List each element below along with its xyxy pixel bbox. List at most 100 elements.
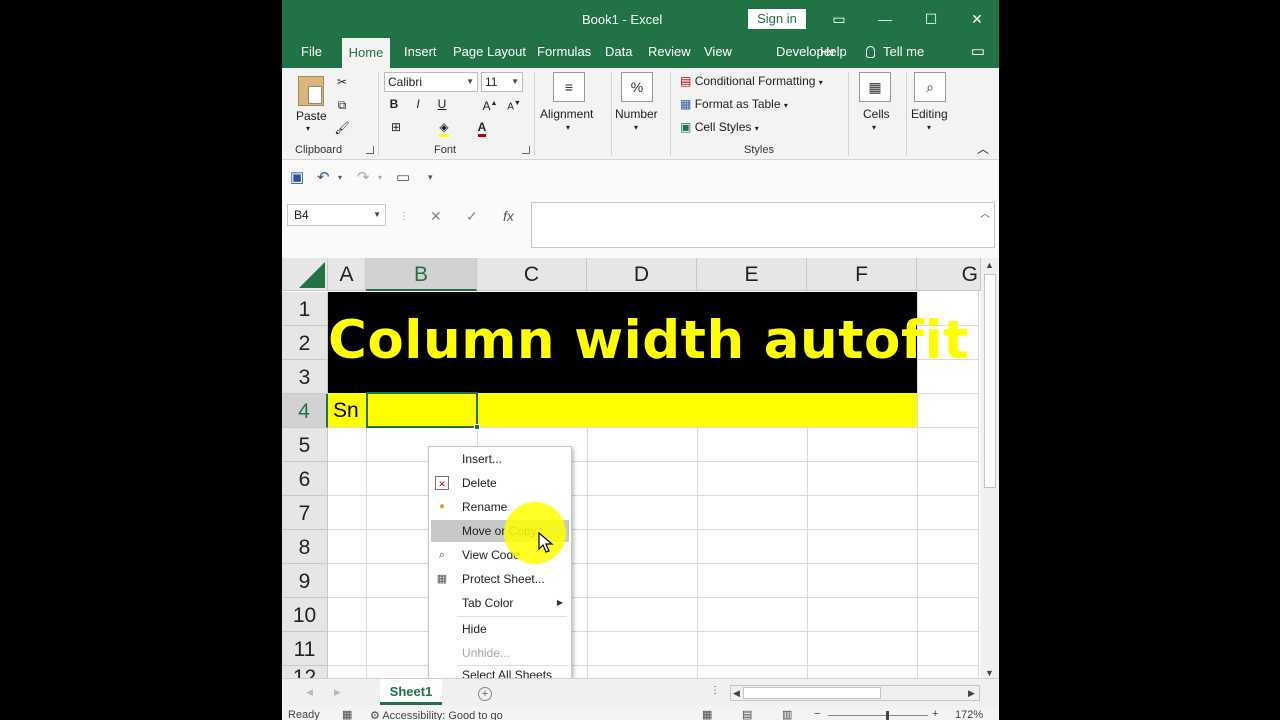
insert-function-button[interactable]: fx [503, 208, 514, 224]
column-header-f[interactable]: F [807, 258, 917, 291]
zoom-level[interactable]: 172% [955, 709, 983, 720]
zoom-slider[interactable] [828, 715, 928, 716]
paste-dropdown-icon[interactable]: ▾ [306, 124, 310, 133]
paste-icon[interactable] [298, 76, 324, 106]
editing-button[interactable]: Editing [911, 107, 948, 121]
tab-view[interactable]: View [698, 38, 738, 68]
row-header-10[interactable]: 10 [282, 598, 328, 632]
select-all-button[interactable] [282, 258, 328, 291]
tab-page-layout[interactable]: Page Layout [447, 38, 532, 68]
cells-icon[interactable]: ▦ [859, 72, 891, 102]
cell-a4[interactable]: Sn [333, 399, 359, 423]
close-icon[interactable]: ✕ [967, 9, 987, 29]
font-launcher-icon[interactable] [522, 146, 530, 154]
menu-item-insert[interactable]: Insert... [429, 448, 571, 470]
undo-dropdown-icon[interactable]: ▾ [338, 173, 342, 182]
normal-view-icon[interactable]: ▦ [702, 708, 712, 720]
chevron-down-icon[interactable]: ▾ [872, 123, 876, 132]
paste-button[interactable]: Paste [296, 109, 327, 123]
row-header-2[interactable]: 2 [282, 326, 328, 360]
tab-formulas[interactable]: Formulas [531, 38, 597, 68]
tab-tell-me[interactable]: Tell me [860, 38, 930, 68]
macro-record-icon[interactable]: ▦ [342, 708, 352, 720]
tab-data[interactable]: Data [599, 38, 638, 68]
enter-icon[interactable]: ✓ [466, 208, 478, 225]
minimize-icon[interactable]: — [875, 9, 895, 29]
sheet-tab-sheet1[interactable]: Sheet1 [380, 679, 442, 705]
font-color-icon[interactable]: A [472, 117, 492, 137]
number-format-icon[interactable]: % [621, 72, 653, 102]
alignment-button[interactable]: Alignment [540, 107, 593, 121]
worksheet-grid[interactable]: A B C D E F G 1 2 3 4 5 6 7 8 9 10 11 12 [282, 258, 999, 720]
tab-help[interactable]: Help [814, 38, 853, 68]
zoom-slider-thumb[interactable] [886, 711, 889, 720]
column-header-g[interactable]: G [917, 258, 981, 291]
increase-font-icon[interactable]: A▲ [480, 94, 500, 114]
next-sheet-icon[interactable]: ▶ [334, 687, 341, 698]
chevron-down-icon[interactable]: ▾ [566, 123, 570, 132]
row-header-6[interactable]: 6 [282, 462, 328, 496]
fill-color-icon[interactable]: ◈ [434, 117, 454, 137]
tab-insert[interactable]: Insert [398, 38, 443, 68]
cut-icon[interactable]: ✂ [332, 72, 352, 92]
undo-icon[interactable]: ↶ [317, 168, 330, 186]
tab-file[interactable]: File [295, 38, 328, 68]
expand-formula-icon[interactable]: ︿ [980, 205, 990, 220]
save-icon[interactable]: ▣ [290, 168, 304, 186]
alignment-icon[interactable]: ≡ [553, 72, 585, 102]
vertical-scrollbar[interactable]: ▲ ▼ [981, 258, 999, 682]
conditional-formatting-button[interactable]: ▤ Conditional Formatting ▾ [680, 74, 823, 88]
scroll-right-icon[interactable]: ▶ [968, 688, 975, 699]
tab-split-icon[interactable]: ⋮ [710, 685, 720, 696]
redo-dropdown-icon[interactable]: ▾ [378, 173, 382, 182]
menu-item-delete[interactable]: ✕ Delete [429, 472, 571, 494]
row-header-11[interactable]: 11 [282, 632, 328, 666]
redo-icon[interactable]: ↷ [357, 168, 370, 186]
cell-styles-button[interactable]: ▣ Cell Styles ▾ [680, 120, 759, 134]
page-break-view-icon[interactable]: ▥ [782, 708, 792, 720]
add-sheet-icon[interactable]: + [478, 687, 492, 701]
search-icon[interactable]: ⌕ [914, 72, 946, 102]
collapse-ribbon-icon[interactable]: ︿ [977, 140, 989, 157]
horizontal-scroll-thumb[interactable] [743, 687, 881, 699]
borders-icon[interactable]: ⊞ [386, 117, 406, 137]
customize-qat-icon[interactable]: ▾ [428, 172, 433, 183]
bold-button[interactable]: B [384, 94, 404, 114]
number-button[interactable]: Number [615, 107, 658, 121]
menu-item-protect-sheet[interactable]: ▦ Protect Sheet... [429, 568, 571, 590]
row-header-9[interactable]: 9 [282, 564, 328, 598]
formula-input[interactable]: ︿ [531, 202, 995, 248]
accessibility-status[interactable]: ⚙ Accessibility: Good to go [370, 709, 503, 720]
row-header-1[interactable]: 1 [282, 292, 328, 326]
horizontal-scrollbar[interactable]: ◀ ▶ [730, 685, 980, 701]
tab-review[interactable]: Review [642, 38, 697, 68]
row-header-5[interactable]: 5 [282, 428, 328, 462]
font-size-combo[interactable]: 11 ▼ [481, 72, 523, 92]
row-header-8[interactable]: 8 [282, 530, 328, 564]
menu-item-tab-color[interactable]: Tab Color ▶ [429, 592, 571, 614]
cells-button[interactable]: Cells [863, 107, 890, 121]
clipboard-launcher-icon[interactable] [366, 146, 374, 154]
fill-handle[interactable] [474, 424, 480, 430]
column-header-e[interactable]: E [697, 258, 807, 291]
active-cell-b4[interactable] [366, 392, 478, 428]
ribbon-display-options-icon[interactable]: ▭ [829, 9, 849, 29]
page-layout-view-icon[interactable]: ▤ [742, 708, 752, 720]
copy-icon[interactable]: ⧉ [332, 95, 352, 115]
underline-button[interactable]: U [432, 94, 452, 114]
zoom-out-icon[interactable]: − [814, 708, 820, 720]
row-header-4[interactable]: 4 [282, 394, 328, 428]
name-box[interactable]: B4 ▼ [287, 204, 386, 226]
row-header-3[interactable]: 3 [282, 360, 328, 394]
column-header-b[interactable]: B [366, 258, 477, 291]
zoom-in-icon[interactable]: + [932, 708, 938, 720]
column-header-c[interactable]: C [477, 258, 587, 291]
previous-sheet-icon[interactable]: ◀ [306, 687, 313, 698]
form-icon[interactable]: ▭ [396, 168, 410, 186]
scroll-left-icon[interactable]: ◀ [733, 688, 740, 699]
column-header-a[interactable]: A [328, 258, 366, 291]
scroll-down-icon[interactable]: ▼ [985, 668, 994, 678]
format-as-table-button[interactable]: ▦ Format as Table ▾ [680, 97, 788, 111]
chevron-down-icon[interactable]: ▾ [634, 123, 638, 132]
column-header-d[interactable]: D [587, 258, 697, 291]
